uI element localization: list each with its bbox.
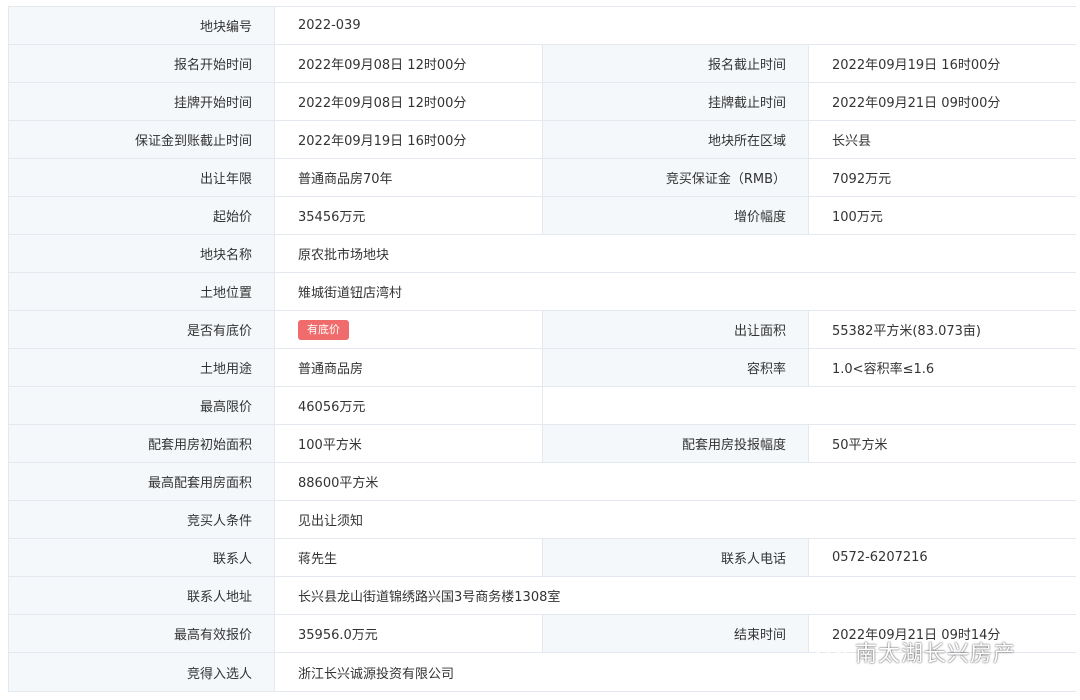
field-value: 2022-039 [275, 7, 1077, 44]
land-info-table: 地块编号 2022-039 报名开始时间 2022年09月08日 12时00分 … [8, 6, 1077, 692]
field-value: 100平方米 [275, 425, 543, 462]
field-label: 联系人地址 [9, 577, 275, 614]
field-label: 竞买人条件 [9, 501, 275, 538]
field-value: 2022年09月21日 09时14分 [809, 615, 1077, 652]
field-value: 2022年09月21日 09时00分 [809, 83, 1077, 120]
field-label: 最高限价 [9, 387, 275, 424]
table-row: 报名开始时间 2022年09月08日 12时00分 报名截止时间 2022年09… [9, 45, 1077, 83]
field-label: 地块编号 [9, 7, 275, 44]
field-label: 起始价 [9, 197, 275, 234]
field-label: 结束时间 [543, 615, 809, 652]
table-row: 起始价 35456万元 增价幅度 100万元 [9, 197, 1077, 235]
field-value: 长兴县龙山街道锦绣路兴国3号商务楼1308室 [275, 577, 1077, 614]
field-value: 原农批市场地块 [275, 235, 1077, 272]
field-label: 最高有效报价 [9, 615, 275, 652]
field-label: 配套用房初始面积 [9, 425, 275, 462]
table-row: 最高有效报价 35956.0万元 结束时间 2022年09月21日 09时14分 [9, 615, 1077, 653]
table-row: 保证金到账截止时间 2022年09月19日 16时00分 地块所在区域 长兴县 [9, 121, 1077, 159]
field-value: 有底价 [275, 311, 543, 348]
field-value: 长兴县 [809, 121, 1077, 158]
field-label: 容积率 [543, 349, 809, 386]
field-value: 35456万元 [275, 197, 543, 234]
table-row: 竞买人条件 见出让须知 [9, 501, 1077, 539]
field-label: 竞得入选人 [9, 653, 275, 691]
field-label: 地块所在区域 [543, 121, 809, 158]
field-value: 雉城街道钮店湾村 [275, 273, 1077, 310]
table-row: 地块名称 原农批市场地块 [9, 235, 1077, 273]
field-value: 蒋先生 [275, 539, 543, 576]
field-value: 见出让须知 [275, 501, 1077, 538]
table-row: 地块编号 2022-039 [9, 7, 1077, 45]
field-value: 50平方米 [809, 425, 1077, 462]
table-row: 最高配套用房面积 88600平方米 [9, 463, 1077, 501]
field-label: 保证金到账截止时间 [9, 121, 275, 158]
field-label: 报名开始时间 [9, 45, 275, 82]
field-value: 0572-6207216 [809, 539, 1077, 576]
field-label: 联系人 [9, 539, 275, 576]
field-label: 配套用房投报幅度 [543, 425, 809, 462]
field-value: 2022年09月19日 16时00分 [275, 121, 543, 158]
field-value: 88600平方米 [275, 463, 1077, 500]
field-label: 土地用途 [9, 349, 275, 386]
table-row: 最高限价 46056万元 [9, 387, 1077, 425]
empty-cell [543, 387, 1077, 424]
field-value: 55382平方米(83.073亩) [809, 311, 1077, 348]
field-value: 46056万元 [275, 387, 543, 424]
field-value: 100万元 [809, 197, 1077, 234]
field-label: 出让年限 [9, 159, 275, 196]
field-value: 普通商品房70年 [275, 159, 543, 196]
table-row: 配套用房初始面积 100平方米 配套用房投报幅度 50平方米 [9, 425, 1077, 463]
field-label: 挂牌截止时间 [543, 83, 809, 120]
field-value: 普通商品房 [275, 349, 543, 386]
field-label: 土地位置 [9, 273, 275, 310]
field-label: 最高配套用房面积 [9, 463, 275, 500]
table-row: 是否有底价 有底价 出让面积 55382平方米(83.073亩) [9, 311, 1077, 349]
reserve-price-badge: 有底价 [298, 319, 349, 340]
field-label: 出让面积 [543, 311, 809, 348]
field-value: 2022年09月08日 12时00分 [275, 83, 543, 120]
table-row: 联系人地址 长兴县龙山街道锦绣路兴国3号商务楼1308室 [9, 577, 1077, 615]
field-value: 7092万元 [809, 159, 1077, 196]
field-label: 是否有底价 [9, 311, 275, 348]
table-row: 竞得入选人 浙江长兴诚源投资有限公司 [9, 653, 1077, 691]
table-row: 挂牌开始时间 2022年09月08日 12时00分 挂牌截止时间 2022年09… [9, 83, 1077, 121]
field-value: 1.0<容积率≤1.6 [809, 349, 1077, 386]
field-label: 地块名称 [9, 235, 275, 272]
table-row: 土地用途 普通商品房 容积率 1.0<容积率≤1.6 [9, 349, 1077, 387]
field-label: 联系人电话 [543, 539, 809, 576]
field-label: 报名截止时间 [543, 45, 809, 82]
table-row: 土地位置 雉城街道钮店湾村 [9, 273, 1077, 311]
field-value: 浙江长兴诚源投资有限公司 [275, 653, 1077, 691]
field-label: 挂牌开始时间 [9, 83, 275, 120]
table-row: 出让年限 普通商品房70年 竞买保证金（RMB） 7092万元 [9, 159, 1077, 197]
field-label: 增价幅度 [543, 197, 809, 234]
field-value: 35956.0万元 [275, 615, 543, 652]
field-label: 竞买保证金（RMB） [543, 159, 809, 196]
field-value: 2022年09月19日 16时00分 [809, 45, 1077, 82]
field-value: 2022年09月08日 12时00分 [275, 45, 543, 82]
table-row: 联系人 蒋先生 联系人电话 0572-6207216 [9, 539, 1077, 577]
